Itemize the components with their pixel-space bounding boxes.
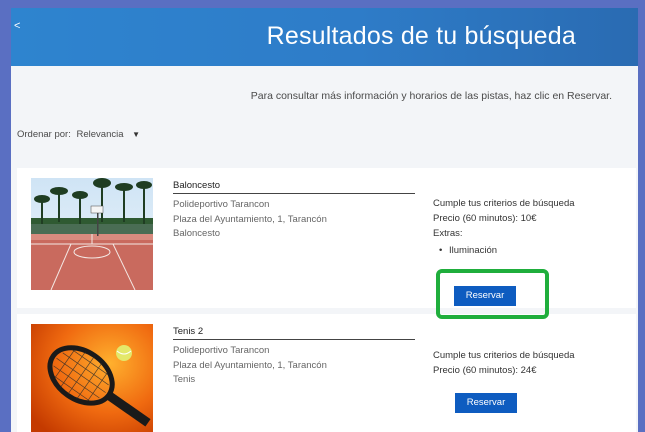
- page-title: Resultados de tu búsqueda: [266, 22, 576, 50]
- result-card-tenis: Tenis 2 Polideportivo Tarancon Plaza del…: [17, 314, 636, 432]
- sort-control: Ordenar por: Relevancia ▼: [17, 129, 140, 140]
- price-text: Precio (60 minutos): 24€: [433, 365, 537, 376]
- sport-name: Baloncesto: [173, 228, 221, 239]
- info-text: Para consultar más información y horario…: [250, 90, 612, 102]
- venue-address: Plaza del Ayuntamiento, 1, Tarancón: [173, 359, 327, 371]
- result-details: Polideportivo Tarancon Plaza del Ayuntam…: [173, 198, 327, 242]
- header-bar: < Resultados de tu búsqueda: [11, 8, 638, 66]
- criteria-match-text: Cumple tus criterios de búsqueda: [433, 198, 575, 209]
- tennis-racket-image: [31, 324, 153, 432]
- result-criteria: Cumple tus criterios de búsqueda Precio …: [433, 196, 575, 258]
- venue-name: Polideportivo Tarancon: [173, 345, 270, 356]
- result-title[interactable]: Tenis 2: [173, 326, 415, 340]
- extras-label: Extras:: [433, 228, 463, 239]
- extras-item: Iluminación: [433, 243, 575, 258]
- back-button[interactable]: <: [14, 20, 20, 32]
- result-title[interactable]: Baloncesto: [173, 180, 415, 194]
- sport-name: Tenis: [173, 374, 196, 385]
- chevron-down-icon[interactable]: ▼: [132, 130, 140, 139]
- price-text: Precio (60 minutos): 10€: [433, 213, 537, 224]
- page-frame: < Resultados de tu búsqueda Para consult…: [11, 8, 638, 432]
- reserve-button[interactable]: Reservar: [455, 393, 517, 413]
- result-details: Polideportivo Tarancon Plaza del Ayuntam…: [173, 344, 327, 388]
- venue-address: Plaza del Ayuntamiento, 1, Tarancón: [173, 213, 327, 225]
- extras-list: Iluminación: [433, 243, 575, 258]
- sort-select[interactable]: Relevancia: [77, 129, 124, 140]
- highlight-outline: [436, 269, 549, 319]
- sort-label: Ordenar por:: [17, 129, 71, 140]
- criteria-match-text: Cumple tus criterios de búsqueda: [433, 350, 575, 361]
- basketball-court-image: [31, 178, 153, 290]
- result-criteria: Cumple tus criterios de búsqueda Precio …: [433, 348, 575, 378]
- venue-name: Polideportivo Tarancon: [173, 199, 270, 210]
